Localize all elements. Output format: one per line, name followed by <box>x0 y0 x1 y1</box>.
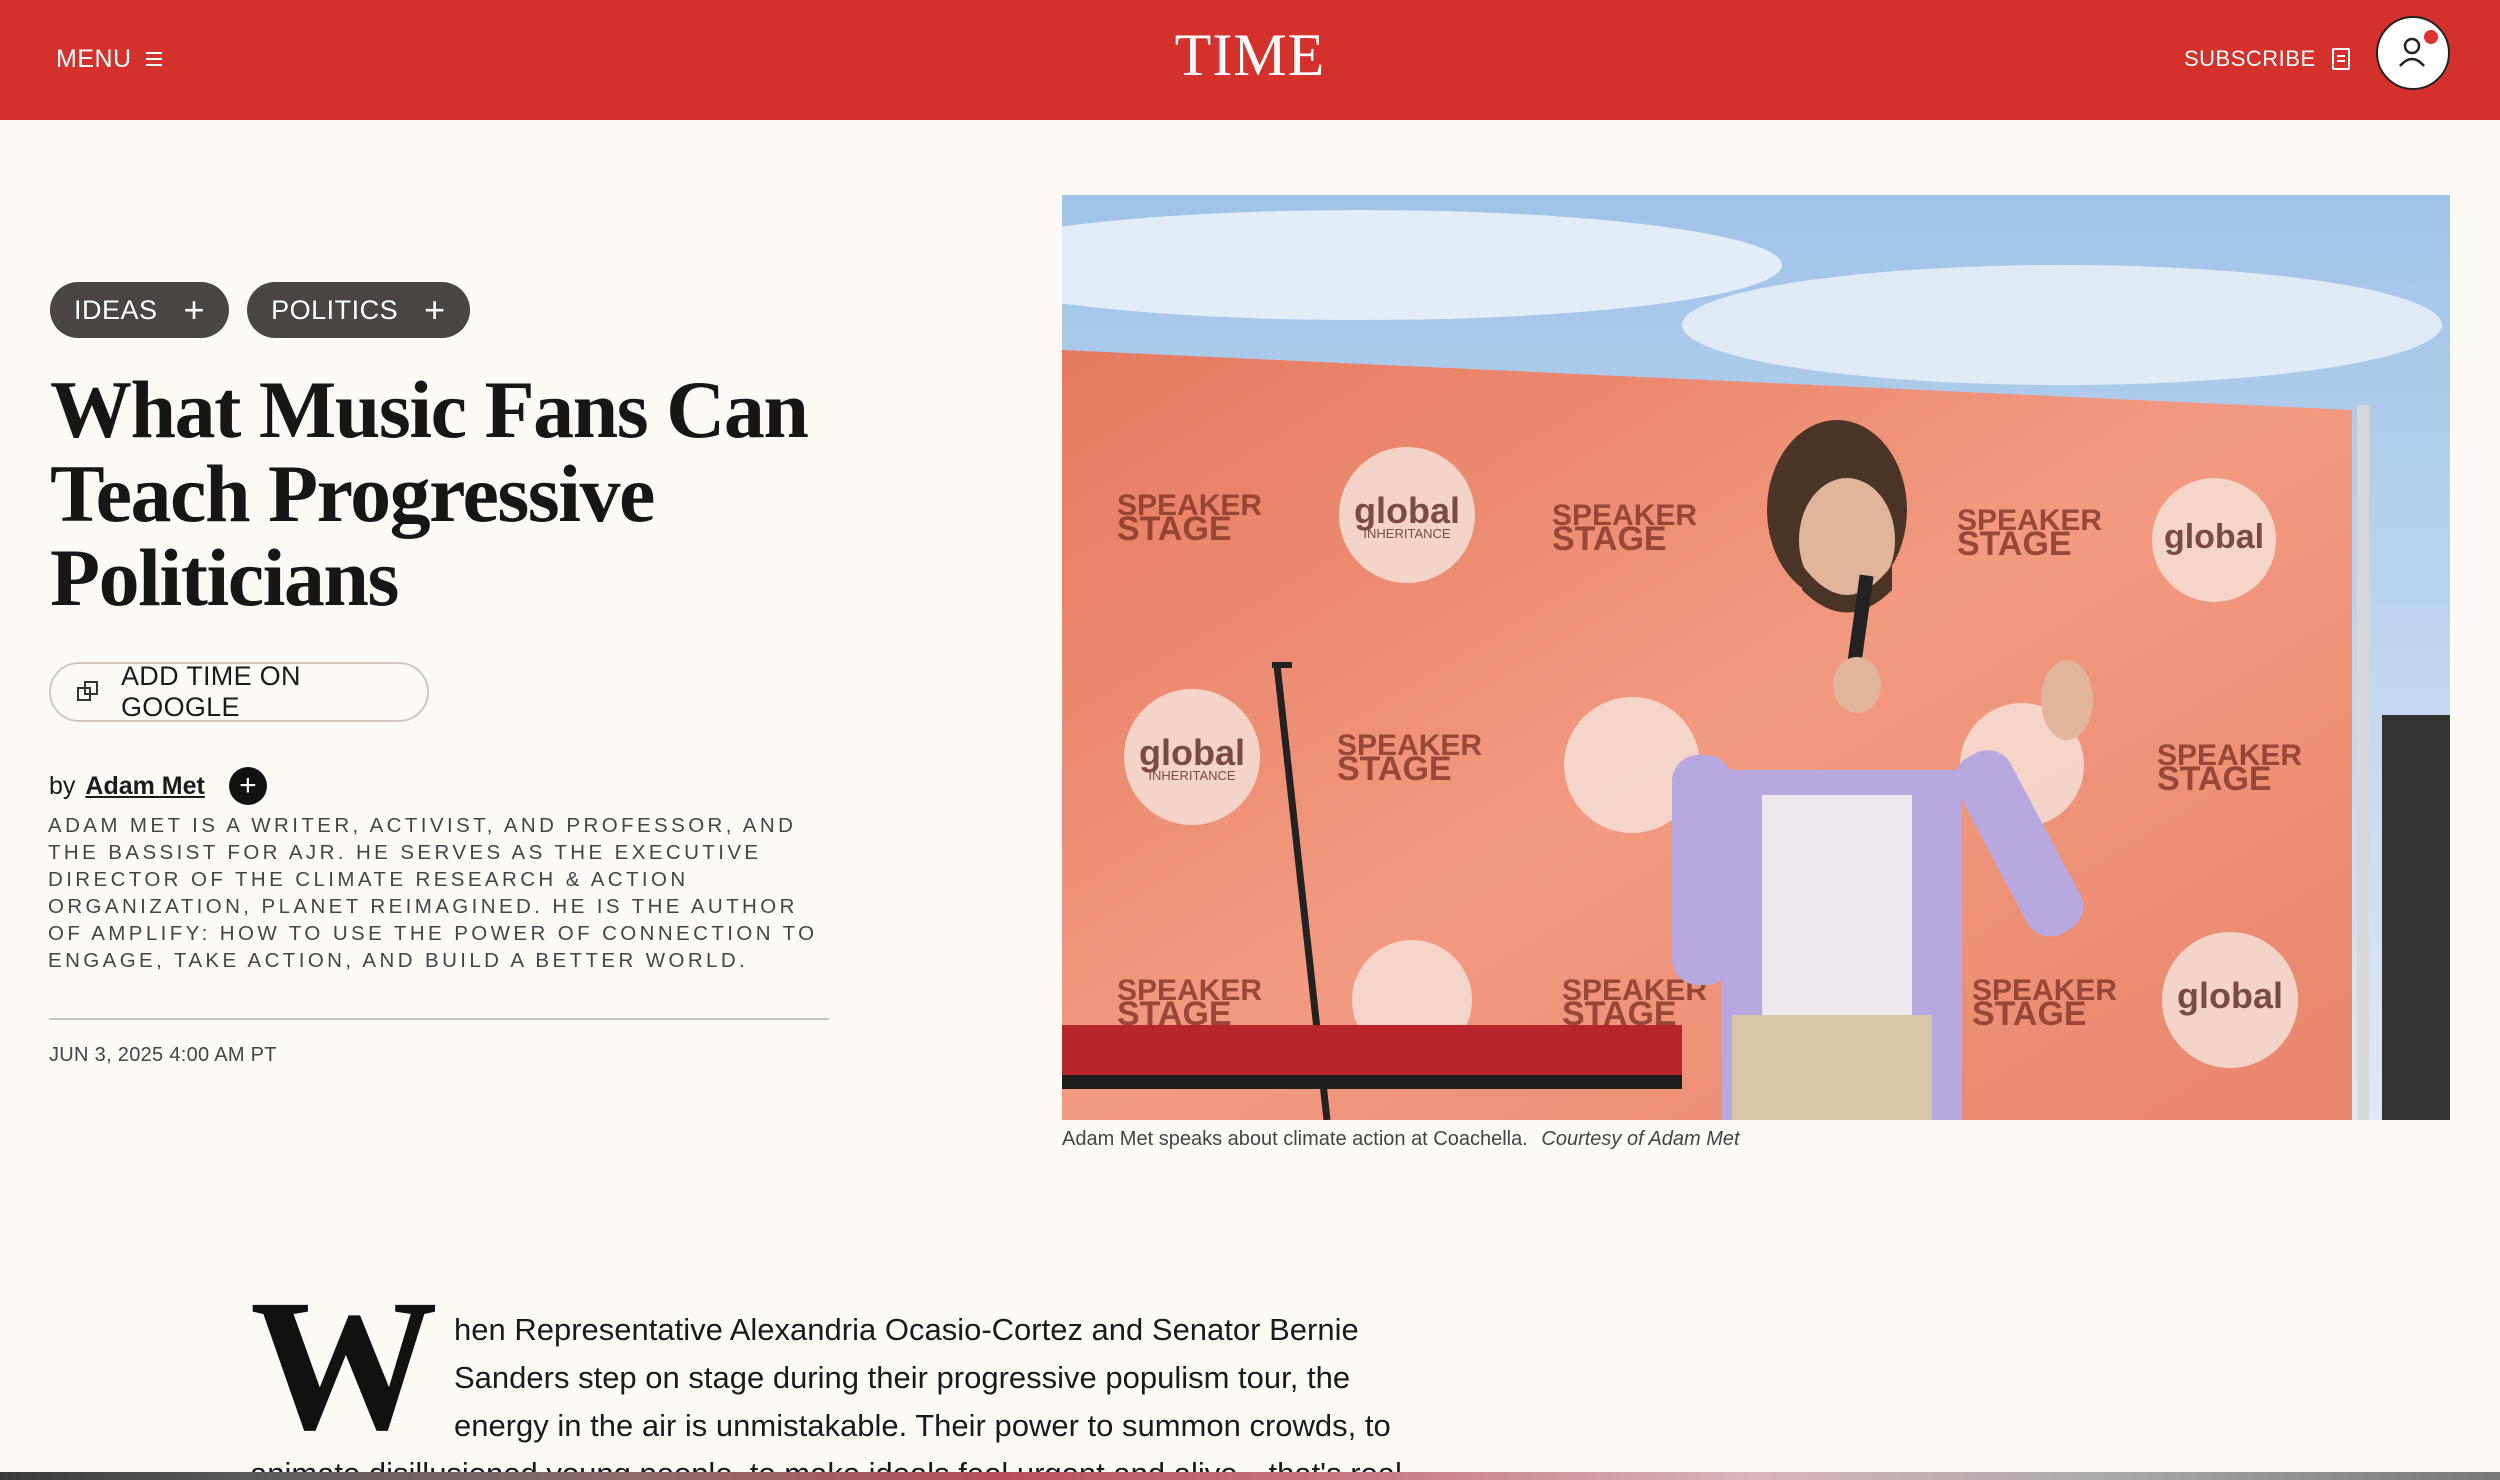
topic-tags: IDEAS + POLITICS + <box>50 282 470 338</box>
lead-image: SPEAKER STAGE SPEAKER STAGE SPEAKER STAG… <box>1062 195 2450 1120</box>
menu-label: MENU <box>56 44 132 73</box>
article-headline: What Music Fans Can Teach Progressive Po… <box>50 364 809 623</box>
image-credit: Courtesy of Adam Met <box>1541 1128 1740 1150</box>
author-bio: Adam Met is a writer, activist, and prof… <box>48 814 818 972</box>
logo-subtext: INHERITANCE <box>1148 768 1235 783</box>
banner-text: STAGE <box>1552 520 1667 558</box>
magazine-icon <box>2331 48 2350 70</box>
banner-text: STAGE <box>1117 510 1232 548</box>
banner-text: STAGE <box>1972 995 2087 1033</box>
plus-icon: + <box>424 289 446 330</box>
lead-photo-illustration: SPEAKER STAGE SPEAKER STAGE SPEAKER STAG… <box>1062 195 2450 1120</box>
time-logo[interactable]: TIME <box>1172 22 1328 88</box>
menu-button[interactable]: MENU <box>56 34 162 84</box>
image-caption: Adam Met speaks about climate action at … <box>1062 1128 1740 1151</box>
logo-text: global <box>1139 732 1245 773</box>
banner-text: STAGE <box>1957 525 2072 563</box>
banner-text: STAGE <box>2157 760 2272 798</box>
drop-cap: W <box>250 1260 438 1469</box>
divider <box>49 1018 829 1020</box>
add-time-on-google-button[interactable]: ADD TIME ON GOOGLE <box>49 661 429 722</box>
author-link[interactable]: Adam Met <box>85 772 204 801</box>
subscribe-button[interactable]: SUBSCRIBE <box>2184 34 2350 84</box>
tag-politics[interactable]: POLITICS + <box>247 282 470 338</box>
tag-label: IDEAS <box>74 294 158 325</box>
logo-subtext: INHERITANCE <box>1363 526 1450 541</box>
byline: by Adam Met + <box>49 766 267 806</box>
publish-date: JUN 3, 2025 4:00 AM PT <box>49 1044 277 1066</box>
hamburger-icon <box>145 52 162 66</box>
article-paragraph: hen Representative Alexandria Ocasio-Cor… <box>454 1312 1391 1443</box>
account-button[interactable] <box>2376 16 2450 90</box>
logo-text: global <box>2164 518 2264 556</box>
plus-icon: + <box>239 769 257 802</box>
tag-label: POLITICS <box>271 294 399 325</box>
byline-prefix: by <box>49 771 76 800</box>
site-header: MENU TIME SUBSCRIBE <box>0 0 2500 120</box>
banner-text: STAGE <box>1337 750 1452 788</box>
logo-text: global <box>1354 490 1460 531</box>
tag-ideas[interactable]: IDEAS + <box>50 282 230 338</box>
caption-text: Adam Met speaks about climate action at … <box>1062 1128 1528 1150</box>
subscribe-label: SUBSCRIBE <box>2184 46 2316 71</box>
user-icon <box>2399 37 2425 67</box>
add-google-label: ADD TIME ON GOOGLE <box>120 661 301 722</box>
add-source-icon <box>77 681 99 703</box>
notification-dot <box>2424 30 2438 44</box>
plus-icon: + <box>183 289 206 330</box>
bottom-edge-strip <box>0 1472 2500 1480</box>
follow-author-button[interactable]: + <box>228 767 267 805</box>
logo-text: global <box>2177 975 2283 1016</box>
